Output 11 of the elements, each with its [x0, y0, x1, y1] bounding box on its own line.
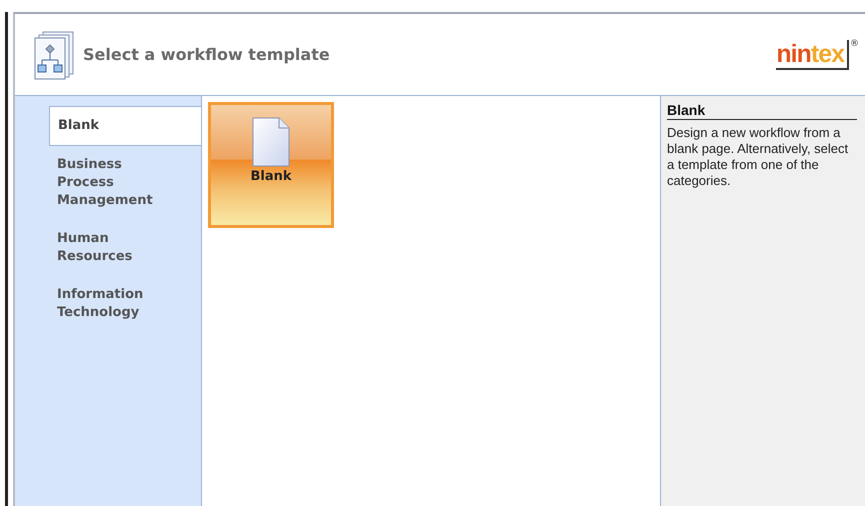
category-tab[interactable]: Human Resources [49, 220, 185, 276]
logo: nintex [776, 40, 849, 70]
document-icon [252, 117, 290, 167]
details-title: Blank [667, 102, 857, 120]
template-tile[interactable]: Blank [208, 102, 334, 228]
registered-mark: ® [850, 40, 859, 48]
category-tab[interactable]: Blank [49, 106, 201, 146]
category-tab[interactable]: Information Technology [49, 276, 185, 332]
page-title: Select a workflow template [83, 45, 330, 64]
details-description: Design a new workflow from a blank page. Alternatively, select a template from one of the categories. [667, 125, 850, 189]
category-tab[interactable]: Business Process Management [49, 146, 185, 220]
